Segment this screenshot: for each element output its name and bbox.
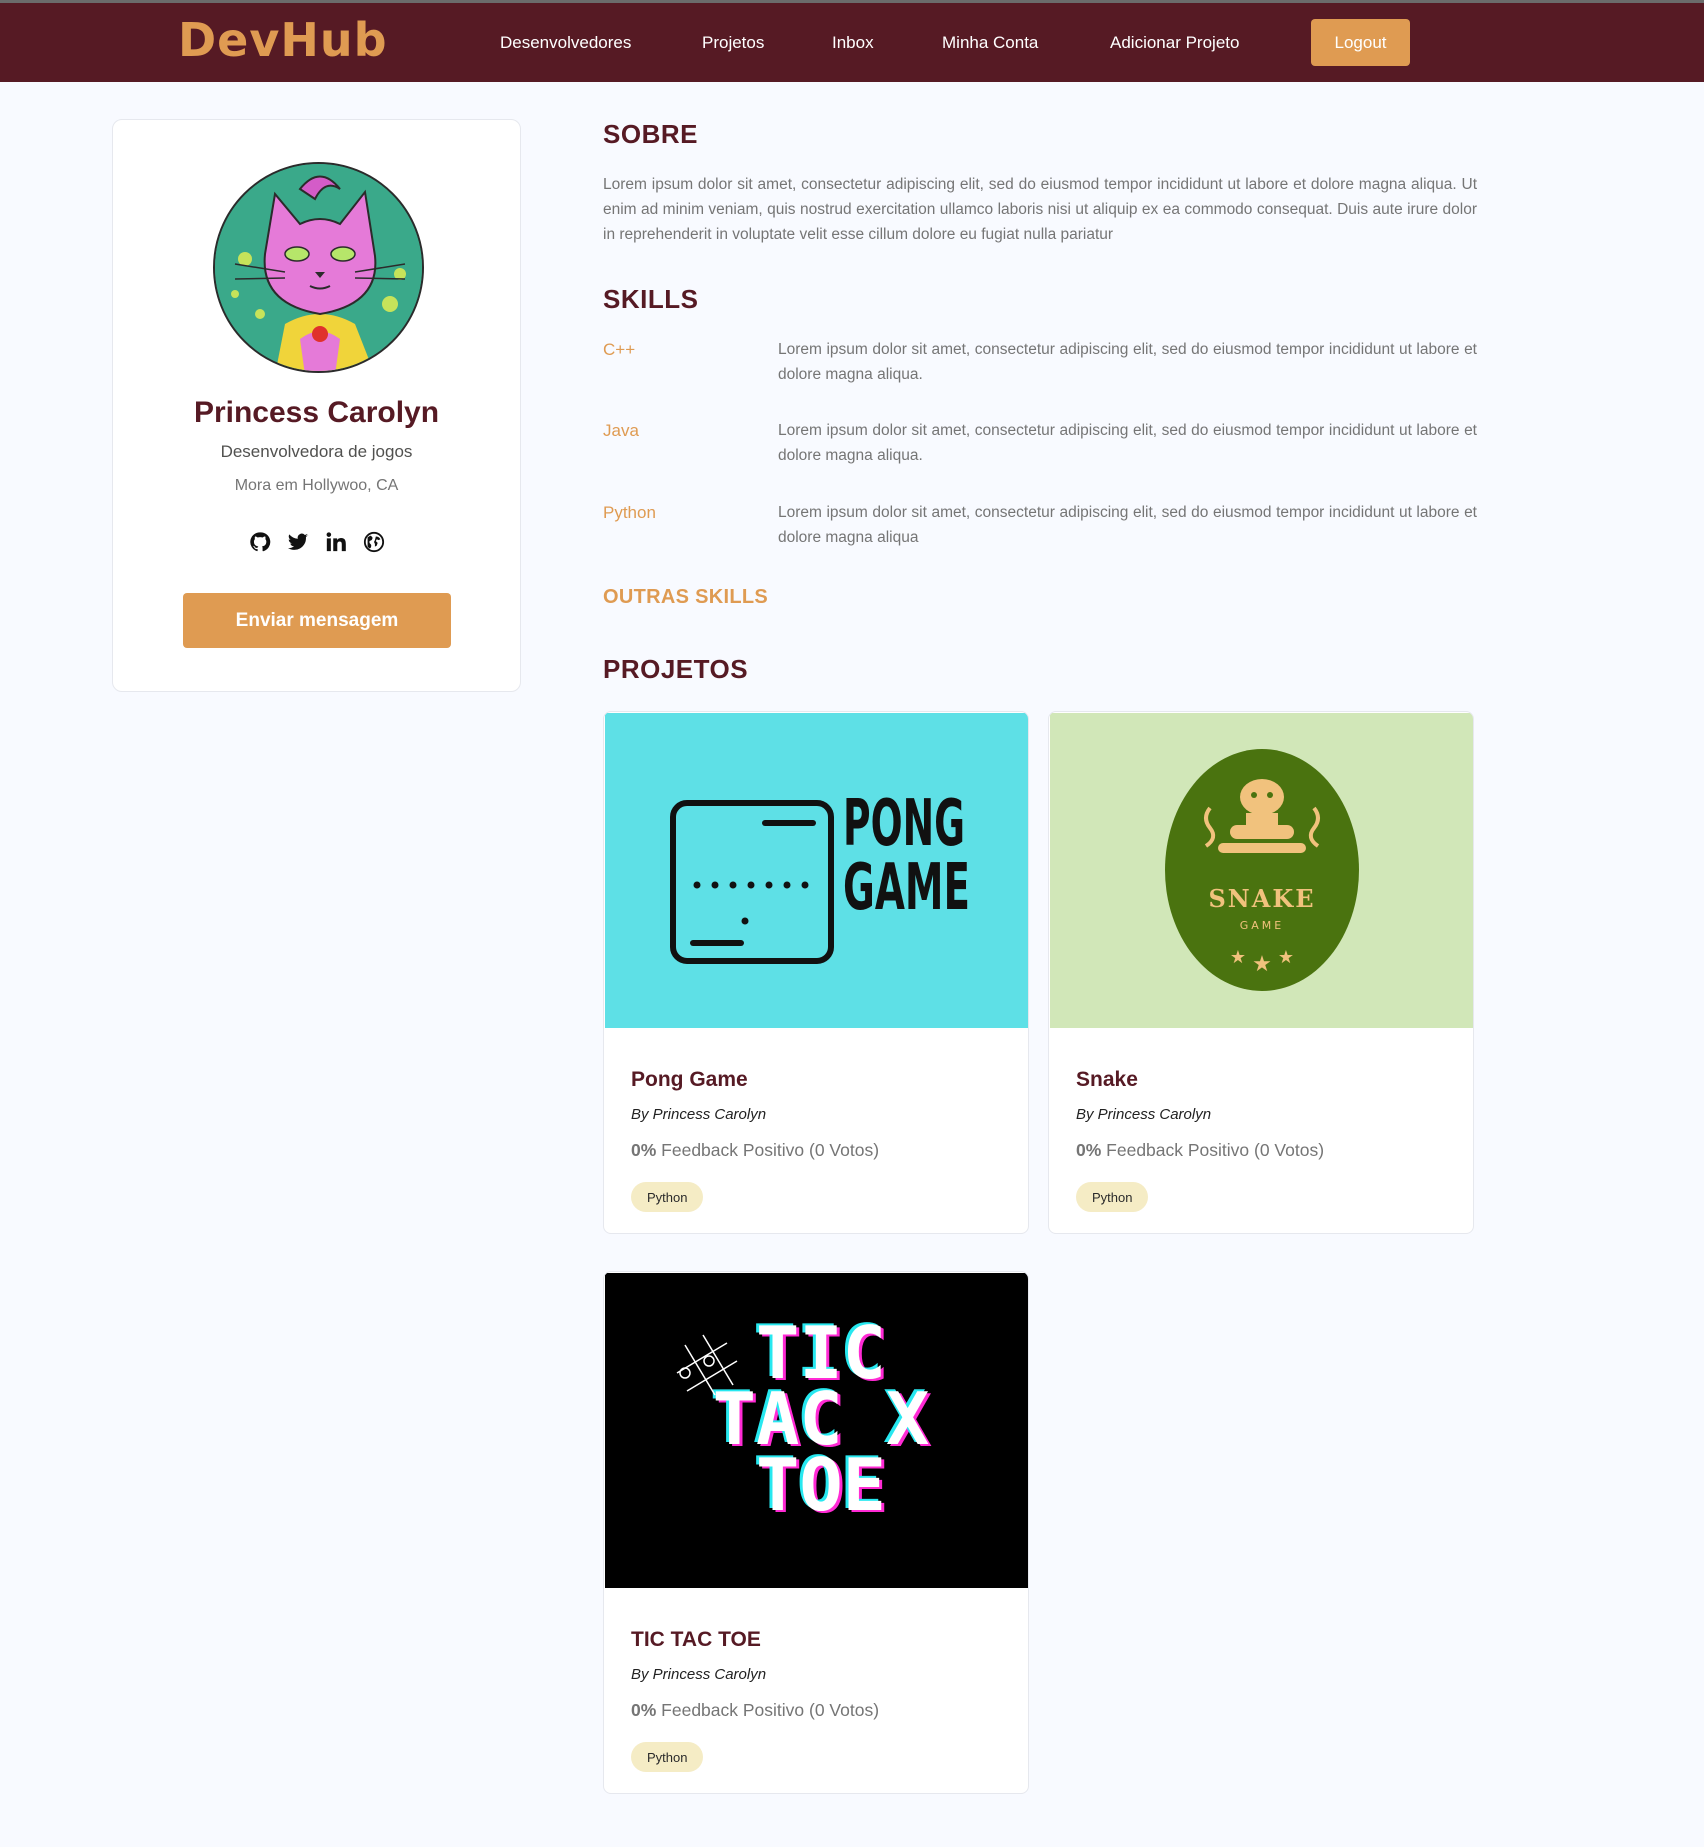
project-tag: Python	[631, 1182, 704, 1212]
project-card-tictactoe[interactable]: TIC TIC TIC TAC X TAC X TAC X TOE TOE TO…	[603, 1271, 1029, 1794]
project-card-pong[interactable]: PONG GAME Pong Game By Princess Carolyn …	[603, 711, 1029, 1234]
top-navbar: DevHub Desenvolvedores Projetos Inbox Mi…	[0, 3, 1704, 82]
website-icon[interactable]	[362, 530, 386, 554]
profile-name: Princess Carolyn	[193, 396, 440, 429]
projects-heading: PROJETOS	[603, 654, 749, 684]
twitter-icon[interactable]	[286, 530, 310, 554]
nav-link-adicionar-projeto[interactable]: Adicionar Projeto	[1110, 33, 1239, 53]
logout-button[interactable]: Logout	[1311, 19, 1410, 66]
linkedin-icon[interactable]	[324, 530, 348, 554]
about-text: Lorem ipsum dolor sit amet, consectetur …	[603, 176, 1477, 243]
project-title[interactable]: Pong Game	[631, 1068, 748, 1092]
project-tag: Python	[631, 1742, 704, 1772]
pong-thumb-line2: GAME	[843, 851, 970, 925]
nav-link-desenvolvedores[interactable]: Desenvolvedores	[500, 33, 631, 53]
svg-text:★: ★	[1252, 952, 1272, 977]
project-feedback: 0% Feedback Positivo (0 Votos)	[631, 1700, 880, 1720]
skill-name: Java	[603, 421, 639, 440]
skill-description: Lorem ipsum dolor sit amet, consectetur …	[778, 504, 1477, 546]
social-links	[113, 530, 520, 554]
skill-description: Lorem ipsum dolor sit amet, consectetur …	[778, 341, 1477, 383]
about-heading: SOBRE	[603, 119, 698, 149]
snake-thumb-line2: GAME	[1240, 919, 1285, 932]
project-author: By Princess Carolyn	[631, 1666, 767, 1683]
project-title[interactable]: Snake	[1076, 1068, 1138, 1092]
svg-text:★: ★	[1230, 947, 1246, 968]
project-thumbnail: TIC TIC TIC TAC X TAC X TAC X TOE TOE TO…	[605, 1273, 1028, 1588]
project-thumbnail: SNAKE GAME ★ ★ ★	[1050, 713, 1473, 1028]
project-author: By Princess Carolyn	[631, 1106, 767, 1123]
send-message-button[interactable]: Enviar mensagem	[183, 593, 451, 648]
svg-text:★: ★	[1278, 947, 1294, 968]
project-card-snake[interactable]: SNAKE GAME ★ ★ ★ Snake By Princess Carol…	[1048, 711, 1474, 1234]
skill-name: C++	[603, 340, 636, 359]
skill-name: Python	[603, 503, 656, 522]
project-title[interactable]: TIC TAC TOE	[631, 1628, 761, 1652]
devhub-logo[interactable]: DevHub	[178, 13, 388, 67]
pong-thumb-line1: PONG	[843, 787, 965, 861]
project-author: By Princess Carolyn	[1076, 1106, 1212, 1123]
profile-card: Princess Carolyn Desenvolvedora de jogos…	[112, 119, 521, 692]
avatar	[213, 162, 424, 373]
other-skills-heading: OUTRAS SKILLS	[603, 586, 769, 608]
nav-link-projetos[interactable]: Projetos	[702, 33, 764, 53]
project-thumbnail: PONG GAME	[605, 713, 1028, 1028]
project-feedback: 0% Feedback Positivo (0 Votos)	[1076, 1140, 1325, 1160]
ttt-thumb-line3: TOE	[756, 1443, 886, 1527]
profile-role: Desenvolvedora de jogos	[220, 442, 413, 461]
project-tag: Python	[1076, 1182, 1149, 1212]
nav-link-inbox[interactable]: Inbox	[832, 33, 874, 53]
skill-description: Lorem ipsum dolor sit amet, consectetur …	[778, 422, 1477, 464]
project-feedback: 0% Feedback Positivo (0 Votos)	[631, 1140, 880, 1160]
snake-thumb-line1: SNAKE	[1208, 884, 1315, 913]
profile-location: Mora em Hollywoo, CA	[234, 477, 399, 494]
github-icon[interactable]	[248, 530, 272, 554]
nav-link-minha-conta[interactable]: Minha Conta	[942, 33, 1038, 53]
skills-heading: SKILLS	[603, 284, 699, 314]
